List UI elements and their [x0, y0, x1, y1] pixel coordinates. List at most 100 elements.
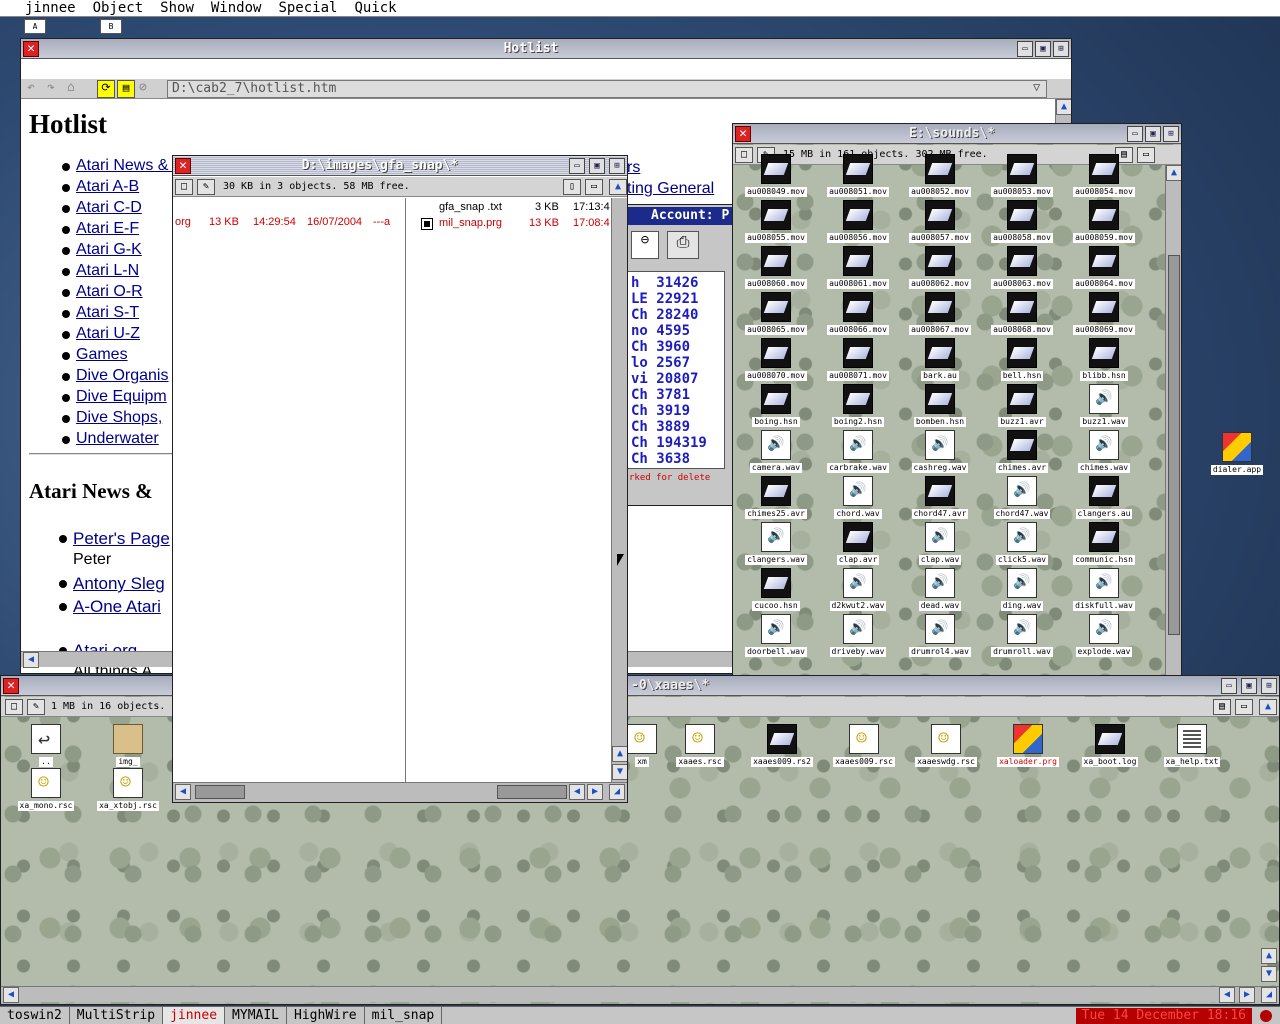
open-folder-icon[interactable]: ▤ — [117, 80, 135, 98]
forward-icon[interactable]: ↷ — [47, 80, 55, 95]
hide-icon[interactable]: ▣ — [1035, 41, 1051, 57]
file-icon[interactable]: au008055.mov — [735, 200, 817, 246]
scroll-up-icon[interactable]: ▲ — [1259, 699, 1277, 715]
mail-row[interactable]: Ch 3960 — [631, 339, 690, 355]
file-icon[interactable]: au008066.mov — [817, 292, 899, 338]
file-icon[interactable]: au008071.mov — [817, 338, 899, 384]
scroll-right-icon[interactable]: ▶ — [587, 784, 603, 800]
mail-row[interactable]: LE 22921 — [631, 291, 698, 307]
iconify-icon[interactable]: ▭ — [569, 158, 585, 174]
mail-row[interactable]: Ch 3919 — [631, 403, 690, 419]
hotlist-link[interactable]: Atari L-N — [76, 262, 139, 280]
hotlist-link[interactable]: Atari E-F — [76, 220, 139, 238]
file-icon[interactable]: au008060.mov — [735, 246, 817, 292]
stop-icon[interactable]: ⊘ — [139, 80, 147, 95]
scroll-thumb-right[interactable] — [497, 785, 567, 799]
file-icon[interactable]: xaaes.rsc — [659, 724, 741, 770]
home-icon[interactable]: ⌂ — [67, 80, 75, 95]
file-icon[interactable]: clangers.au — [1063, 476, 1145, 522]
xaaes-hscroll[interactable]: ◀ ◀ ▶ ◢ — [1, 986, 1279, 1003]
hide-icon[interactable]: ▣ — [589, 158, 605, 174]
fuller-icon[interactable]: ⊞ — [1053, 41, 1069, 57]
scroll-down-icon[interactable]: ▼ — [1261, 966, 1277, 982]
file-icon[interactable]: buzz1.avr — [981, 384, 1063, 430]
file-row[interactable]: mil_snap.prg 13 KB 17:08:4 — [413, 217, 613, 231]
resize-icon[interactable]: ◢ — [1261, 987, 1277, 1003]
file-icon[interactable]: xaaeswdg.rsc — [905, 724, 987, 770]
file-icon[interactable]: clap.wav — [899, 522, 981, 568]
file-icon[interactable]: au008068.mov — [981, 292, 1063, 338]
pin-icon[interactable]: ✎ — [27, 699, 45, 715]
select-icon[interactable]: □ — [5, 699, 23, 715]
back-icon[interactable]: ↶ — [27, 80, 35, 95]
hotlist-link-right-2[interactable]: ting General — [627, 180, 714, 198]
gfa-hscroll[interactable]: ◀ ◀ ▶ ◢ — [173, 782, 627, 802]
file-icon[interactable]: au008049.mov — [735, 154, 817, 200]
mail-row[interactable]: Ch 28240 — [631, 307, 698, 323]
fuller-icon[interactable]: ⊞ — [1261, 678, 1277, 694]
news-link[interactable]: A-One Atari — [73, 597, 161, 617]
mail-address-icon[interactable]: ⊖ — [631, 231, 659, 259]
file-icon[interactable]: .. — [5, 724, 87, 770]
sounds-vscroll[interactable]: ▲ — [1165, 165, 1181, 676]
file-icon[interactable]: xaloader.prg — [987, 724, 1069, 770]
hotlist-link[interactable]: Atari U-Z — [76, 325, 140, 343]
hide-icon[interactable]: ▣ — [1145, 126, 1161, 142]
file-icon[interactable]: au008058.mov — [981, 200, 1063, 246]
task-jinnee[interactable]: jinnee — [163, 1006, 226, 1024]
file-icon[interactable]: xa_mono.rsc — [5, 768, 87, 814]
mail-row[interactable]: no 4595 — [631, 323, 690, 339]
file-row-left[interactable]: org 13 KB 14:29:54 16/07/2004 ---a — [173, 216, 405, 230]
hotlist-link[interactable]: Dive Organis — [76, 367, 168, 385]
hide-icon[interactable]: ▣ — [1241, 678, 1257, 694]
close-icon[interactable]: ✕ — [3, 678, 19, 694]
file-icon[interactable]: explode.wav — [1063, 614, 1145, 660]
hotlist-link[interactable]: Atari A-B — [76, 178, 139, 196]
file-icon[interactable]: xa_help.txt — [1151, 724, 1233, 770]
news-link[interactable]: Peter's Page — [73, 529, 170, 549]
file-icon[interactable]: au008064.mov — [1063, 246, 1145, 292]
hotlist-link[interactable]: Atari S-T — [76, 304, 139, 322]
icon-view-icon[interactable]: ▭ — [585, 179, 603, 195]
file-icon[interactable]: au008061.mov — [817, 246, 899, 292]
menu-quick[interactable]: Quick — [343, 0, 402, 17]
file-icon[interactable]: cucoo.hsn — [735, 568, 817, 614]
desktop-tab-b[interactable]: B — [100, 19, 122, 34]
menu-window[interactable]: Window — [200, 0, 268, 17]
file-icon[interactable]: diskfull.wav — [1063, 568, 1145, 614]
file-icon[interactable]: au008056.mov — [817, 200, 899, 246]
scroll-down-icon[interactable]: ▼ — [612, 764, 627, 780]
gfa-titlebar[interactable]: ✕ D:\images\gfa_snap\* ▭ ▣ ⊞ — [173, 156, 627, 176]
file-icon[interactable]: au008057.mov — [899, 200, 981, 246]
file-icon[interactable]: d2kwut2.wav — [817, 568, 899, 614]
scroll-up-icon[interactable]: ▲ — [1056, 99, 1071, 115]
file-icon[interactable]: xa_xtobj.rsc — [87, 768, 169, 814]
close-icon[interactable]: ✕ — [23, 41, 39, 57]
hotlist-link[interactable]: Dive Equipm — [76, 388, 167, 406]
list-view-icon[interactable]: ▤ — [1213, 699, 1231, 715]
url-dropdown-icon[interactable]: ▽ — [1033, 80, 1040, 94]
mail-row[interactable]: Ch 194319 — [631, 435, 707, 451]
file-icon[interactable]: bell.hsn — [981, 338, 1063, 384]
news-link[interactable]: Antony Sleg — [73, 574, 165, 594]
file-icon[interactable]: carbrake.wav — [817, 430, 899, 476]
resize-icon[interactable]: ◢ — [609, 784, 625, 800]
file-icon[interactable]: clangers.wav — [735, 522, 817, 568]
desktop-tab-a[interactable]: A — [24, 19, 46, 34]
file-icon[interactable]: drumrol4.wav — [899, 614, 981, 660]
menu-special[interactable]: Special — [267, 0, 343, 17]
scroll-right-icon[interactable]: ▶ — [1239, 987, 1255, 1003]
file-icon[interactable]: chord.wav — [817, 476, 899, 522]
file-icon[interactable]: camera.wav — [735, 430, 817, 476]
file-icon[interactable]: au008065.mov — [735, 292, 817, 338]
iconify-icon[interactable]: ▭ — [1127, 126, 1143, 142]
file-icon[interactable]: buzz1.wav — [1063, 384, 1145, 430]
list-view-icon[interactable]: ▯ — [563, 179, 581, 195]
scroll-up-icon[interactable]: ▲ — [609, 179, 627, 195]
file-icon[interactable]: au008051.mov — [817, 154, 899, 200]
scroll-thumb[interactable] — [1168, 255, 1180, 635]
file-row[interactable]: gfa_snap .txt 3 KB 17:13:4 — [413, 201, 613, 215]
iconify-icon[interactable]: ▭ — [1017, 41, 1033, 57]
fuller-icon[interactable]: ⊞ — [1163, 126, 1179, 142]
file-icon[interactable]: communic.hsn — [1063, 522, 1145, 568]
